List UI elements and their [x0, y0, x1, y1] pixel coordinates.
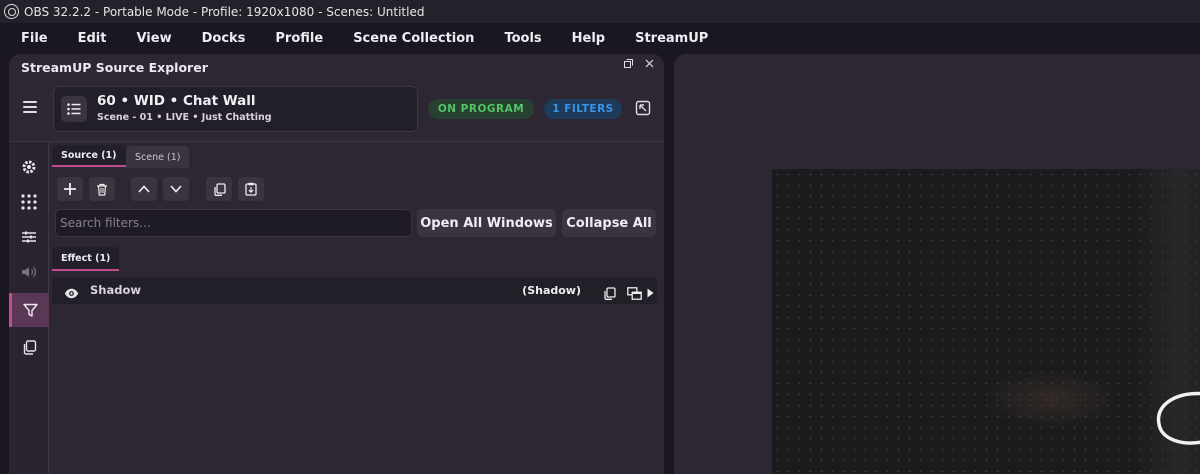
on-program-badge: ON PROGRAM	[428, 99, 534, 119]
menu-streamup[interactable]: StreamUP	[631, 29, 712, 48]
hamburger-icon[interactable]	[23, 101, 37, 113]
menu-file[interactable]: File	[17, 29, 52, 48]
menu-view[interactable]: View	[132, 29, 175, 48]
menu-edit[interactable]: Edit	[74, 29, 111, 48]
move-down-button[interactable]	[163, 177, 189, 201]
menu-bar: File Edit View Docks Profile Scene Colle…	[0, 23, 1200, 54]
menu-docks[interactable]: Docks	[198, 29, 250, 48]
source-name: 60 • WID • Chat Wall	[97, 93, 256, 109]
menu-tools[interactable]: Tools	[500, 29, 545, 48]
filter-row-shadow[interactable]: Shadow (Shadow)	[52, 277, 657, 304]
tab-scene[interactable]: Scene (1)	[126, 146, 190, 168]
filter-type: (Shadow)	[522, 284, 581, 297]
filters-count-badge: 1 FILTERS	[544, 99, 622, 119]
popout-icon[interactable]	[635, 100, 651, 116]
search-filters-input[interactable]	[55, 209, 412, 237]
dock-title: StreamUP Source Explorer	[21, 59, 208, 75]
paste-filters-button[interactable]	[238, 177, 264, 201]
collapse-all-button[interactable]: Collapse All	[562, 209, 656, 237]
preview-panel	[674, 54, 1200, 474]
preview-glow	[982, 369, 1122, 429]
preview-canvas[interactable]	[772, 169, 1200, 474]
tab-source[interactable]: Source (1)	[52, 145, 126, 167]
source-subtitle: Scene - 01 • LIVE • Just Chatting	[97, 112, 272, 123]
filter-icon[interactable]	[9, 293, 49, 327]
close-dock-icon[interactable]	[645, 59, 654, 68]
move-up-button[interactable]	[131, 177, 157, 201]
add-filter-button[interactable]	[57, 177, 83, 201]
window-title: OBS 32.2.2 - Portable Mode - Profile: 19…	[24, 4, 425, 19]
audio-icon[interactable]	[9, 255, 49, 289]
remove-filter-button[interactable]	[89, 177, 115, 201]
float-dock-icon[interactable]	[624, 59, 633, 68]
sliders-icon[interactable]	[9, 220, 49, 254]
menu-scene-collection[interactable]: Scene Collection	[349, 29, 478, 48]
dock-title-bar: StreamUP Source Explorer	[9, 54, 664, 80]
source-header-card: 60 • WID • Chat Wall Scene - 01 • LIVE •…	[53, 86, 418, 132]
preview-outline-shape	[1156, 391, 1200, 445]
title-bar: OBS 32.2.2 - Portable Mode - Profile: 19…	[0, 0, 1200, 23]
source-explorer-dock: StreamUP Source Explorer 60 • WID • Chat…	[9, 54, 664, 474]
filter-name: Shadow	[90, 283, 141, 297]
grid-icon[interactable]	[9, 185, 49, 219]
side-nav	[9, 142, 49, 474]
copy-icon[interactable]	[9, 330, 49, 364]
list-icon[interactable]	[61, 96, 87, 122]
menu-help[interactable]: Help	[568, 29, 609, 48]
open-all-windows-button[interactable]: Open All Windows	[417, 209, 556, 237]
tab-effect[interactable]: Effect (1)	[52, 247, 120, 271]
menu-profile[interactable]: Profile	[271, 29, 327, 48]
obs-logo-icon	[4, 4, 19, 19]
gear-icon[interactable]	[9, 150, 49, 184]
copy-filters-button[interactable]	[206, 177, 232, 201]
header-divider	[9, 141, 664, 142]
